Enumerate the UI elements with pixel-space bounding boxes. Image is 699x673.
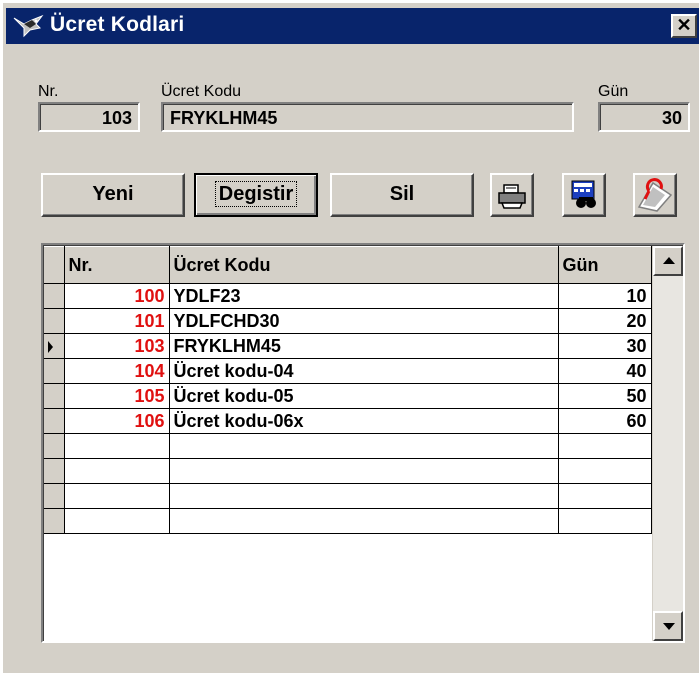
exit-button[interactable] — [633, 173, 677, 217]
edit-button-label: Degistir — [214, 181, 298, 207]
bird-app-icon — [13, 14, 44, 38]
grid-table: Nr. Ücret Kodu Gün 100 YDLF23 10 101 YDLFCHD… — [44, 246, 652, 534]
nr-cell[interactable]: 105 — [64, 383, 170, 409]
row-indicator-cell[interactable] — [44, 408, 65, 434]
ucret-kodu-cell[interactable]: Ücret kodu-06x — [169, 408, 559, 434]
gun-cell[interactable]: 40 — [558, 358, 652, 384]
ucret-kodu-cell[interactable]: YDLFCHD30 — [169, 308, 559, 334]
table-row[interactable]: 103 FRYKLHM45 30 — [44, 333, 652, 359]
scroll-down-button[interactable] — [653, 611, 683, 641]
row-indicator-cell[interactable] — [44, 458, 65, 484]
row-indicator-cell[interactable] — [44, 383, 65, 409]
scroll-up-button[interactable] — [653, 246, 683, 276]
ucret-kodu-cell[interactable]: YDLF23 — [169, 283, 559, 309]
new-button-label: Yeni — [92, 183, 134, 205]
ucret-kodu-cell[interactable] — [169, 458, 559, 484]
ucret-kodu-value: FRYKLHM45 — [163, 104, 572, 130]
ucret-kodu-cell[interactable] — [169, 483, 559, 509]
nr-cell[interactable]: 101 — [64, 308, 170, 334]
table-row[interactable]: 106 Ücret kodu-06x 60 — [44, 408, 652, 434]
column-header-nr[interactable]: Nr. — [64, 246, 170, 284]
new-button[interactable]: Yeni — [41, 173, 185, 217]
nr-cell[interactable] — [64, 508, 170, 534]
grid-header-row: Nr. Ücret Kodu Gün — [44, 246, 652, 284]
header-indicator-cell — [44, 246, 65, 284]
table-row[interactable]: 100 YDLF23 10 — [44, 283, 652, 309]
search-button[interactable] — [562, 173, 606, 217]
table-row[interactable] — [44, 433, 652, 459]
nr-cell[interactable]: 100 — [64, 283, 170, 309]
gun-label: Gün — [598, 83, 629, 100]
gun-cell[interactable] — [558, 508, 652, 534]
column-header-gun[interactable]: Gün — [558, 246, 652, 284]
table-row[interactable] — [44, 458, 652, 484]
row-indicator-cell[interactable] — [44, 283, 65, 309]
ucret-kodu-cell[interactable]: Ücret kodu-05 — [169, 383, 559, 409]
gun-value: 30 — [600, 104, 688, 130]
row-indicator-cell[interactable] — [44, 308, 65, 334]
table-row[interactable] — [44, 508, 652, 534]
nr-cell[interactable]: 103 — [64, 333, 170, 359]
table-row[interactable]: 101 YDLFCHD30 20 — [44, 308, 652, 334]
ucret-kodlari-grid[interactable]: Nr. Ücret Kodu Gün 100 YDLF23 10 101 YDLFCHD… — [41, 243, 685, 643]
gun-cell[interactable]: 30 — [558, 333, 652, 359]
nr-field[interactable]: 103 — [38, 102, 140, 132]
arrow-down-icon — [663, 623, 675, 630]
ucret-kodlari-window: Ücret Kodlari ✕ Nr. 103 Ücret Kodu FRYKL… — [0, 0, 699, 673]
gun-field[interactable]: 30 — [598, 102, 690, 132]
ucret-kodu-cell[interactable] — [169, 433, 559, 459]
delete-button-label: Sil — [389, 183, 415, 205]
row-indicator-cell[interactable] — [44, 358, 65, 384]
nr-cell[interactable] — [64, 433, 170, 459]
exit-door-icon — [637, 178, 673, 212]
row-indicator-cell[interactable] — [44, 433, 65, 459]
row-indicator-cell[interactable] — [44, 483, 65, 509]
nr-cell[interactable] — [64, 483, 170, 509]
row-indicator-cell[interactable] — [44, 508, 65, 534]
gun-cell[interactable]: 60 — [558, 408, 652, 434]
title-bar[interactable]: Ücret Kodlari ✕ — [6, 8, 699, 44]
ucret-kodu-cell[interactable] — [169, 508, 559, 534]
column-header-ucret-kodu[interactable]: Ücret Kodu — [169, 246, 559, 284]
table-row[interactable]: 104 Ücret kodu-04 40 — [44, 358, 652, 384]
nr-cell[interactable]: 104 — [64, 358, 170, 384]
nr-value: 103 — [40, 104, 138, 130]
arrow-up-icon — [663, 257, 675, 264]
ucret-kodu-cell[interactable]: Ücret kodu-04 — [169, 358, 559, 384]
gun-cell[interactable] — [558, 483, 652, 509]
ucret-kodu-field[interactable]: FRYKLHM45 — [161, 102, 574, 132]
ucret-kodu-label: Ücret Kodu — [161, 83, 242, 100]
gun-cell[interactable] — [558, 458, 652, 484]
row-indicator-cell[interactable] — [44, 333, 65, 359]
gun-cell[interactable]: 10 — [558, 283, 652, 309]
close-button[interactable]: ✕ — [671, 14, 697, 38]
nr-label: Nr. — [38, 83, 59, 100]
table-row[interactable] — [44, 483, 652, 509]
gun-cell[interactable]: 20 — [558, 308, 652, 334]
print-button[interactable] — [490, 173, 534, 217]
ucret-kodu-cell[interactable]: FRYKLHM45 — [169, 333, 559, 359]
binoculars-calculator-icon — [571, 180, 596, 208]
close-icon: ✕ — [676, 15, 692, 35]
printer-icon — [498, 184, 526, 209]
window-title: Ücret Kodlari — [50, 13, 185, 36]
delete-button[interactable]: Sil — [330, 173, 474, 217]
gun-cell[interactable] — [558, 433, 652, 459]
edit-button[interactable]: Degistir — [194, 173, 318, 217]
vertical-scrollbar[interactable] — [652, 246, 683, 641]
gun-cell[interactable]: 50 — [558, 383, 652, 409]
nr-cell[interactable]: 106 — [64, 408, 170, 434]
current-row-pointer-icon — [48, 340, 53, 353]
table-row[interactable]: 105 Ücret kodu-05 50 — [44, 383, 652, 409]
nr-cell[interactable] — [64, 458, 170, 484]
